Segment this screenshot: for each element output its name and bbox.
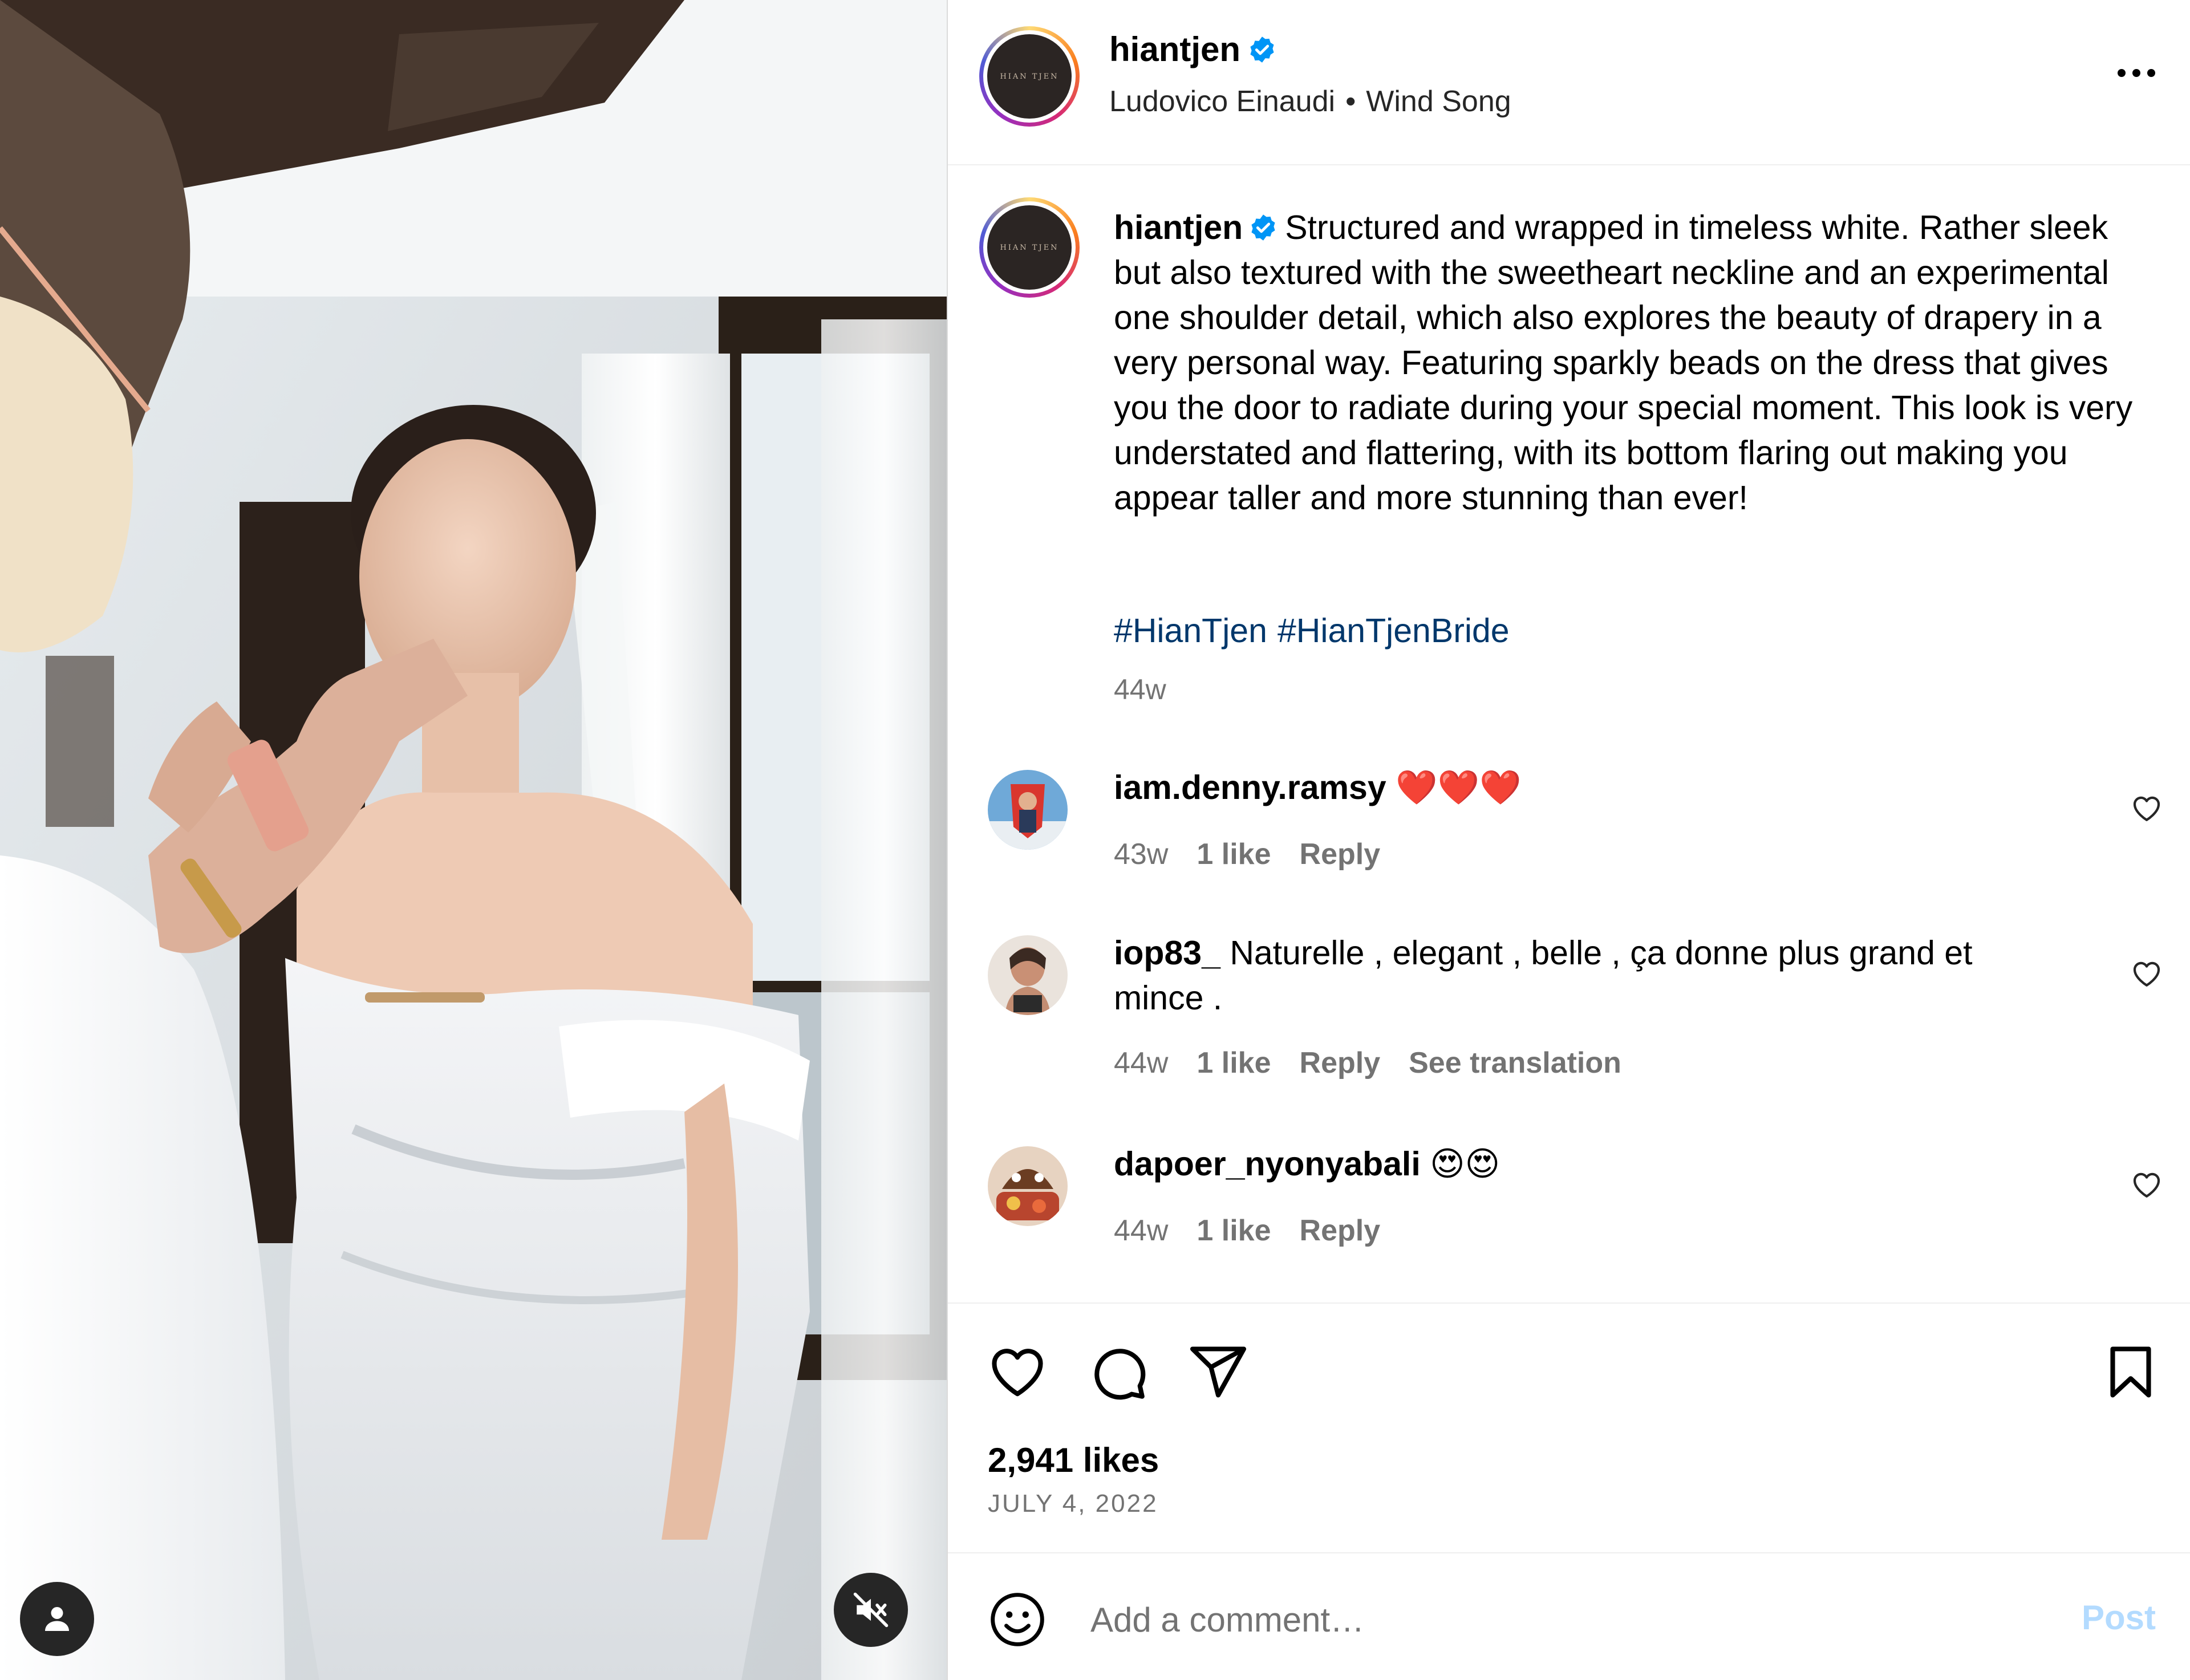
heart-icon (2133, 961, 2160, 987)
commenter-avatar[interactable] (988, 1146, 1068, 1226)
heart-icon (2133, 1172, 2160, 1198)
comment-like-button[interactable] (2131, 958, 2163, 993)
comment-body: dapoer_nyonyabali 😍😍 (1114, 1142, 2026, 1187)
comment-timestamp[interactable]: 43w (1114, 838, 1168, 871)
comment-like-count[interactable]: 1 like (1197, 838, 1271, 871)
reply-button[interactable]: Reply (1300, 1046, 1381, 1080)
post-date: JULY 4, 2022 (988, 1490, 1158, 1517)
comment-meta: 44w 1 like Reply See translation (1114, 1046, 1650, 1080)
comment-meta: 43w 1 like Reply (1114, 837, 1409, 871)
comment-username[interactable]: dapoer_nyonyabali (1114, 1145, 1421, 1183)
post-header: HIAN TJEN hiantjen Ludovico Einaudi • Wind… (948, 0, 2190, 165)
heart-icon (2133, 796, 2160, 821)
share-button[interactable] (1187, 1341, 1249, 1406)
comment-composer: Post (948, 1552, 2190, 1680)
more-options-button[interactable] (2116, 67, 2157, 82)
user-tag-button[interactable] (20, 1582, 94, 1656)
verified-badge-icon (1247, 35, 1277, 64)
comment-like-count[interactable]: 1 like (1197, 1214, 1271, 1247)
caption-username[interactable]: hiantjen (1114, 209, 1243, 246)
see-translation-button[interactable]: See translation (1409, 1046, 1621, 1080)
reply-button[interactable]: Reply (1300, 1214, 1381, 1247)
comment-body: iam.denny.ramsy ❤️❤️❤️ (1114, 765, 2026, 810)
audio-separator: • (1345, 85, 1356, 118)
like-button[interactable] (987, 1341, 1048, 1406)
verified-badge-icon (1248, 213, 1278, 242)
hashtag-link[interactable]: #HianTjen (1114, 612, 1267, 650)
post-actions: 2,941 likes JULY 4, 2022 (948, 1302, 2190, 1553)
audio-attribution[interactable]: Ludovico Einaudi • Wind Song (1109, 84, 1511, 119)
smiley-icon (991, 1593, 1044, 1646)
comment-username[interactable]: iop83_ (1114, 934, 1220, 972)
caption-hashtags: #HianTjen #HianTjenBride (1114, 611, 1520, 650)
caption-text: Structured and wrapped in timeless white… (1114, 209, 2133, 517)
post-caption: hiantjen Structured and wrapped in timele… (1114, 205, 2152, 521)
comment-text: ❤️❤️❤️ (1396, 769, 1522, 806)
post-comment-button[interactable]: Post (2082, 1598, 2156, 1637)
comment-username[interactable]: iam.denny.ramsy (1114, 769, 1386, 806)
post-media-video[interactable] (0, 0, 947, 1680)
more-options-icon (2118, 69, 2155, 77)
save-button[interactable] (2100, 1341, 2161, 1406)
comment-like-button[interactable] (2131, 793, 2163, 827)
post-side-panel: HIAN TJEN hiantjen Ludovico Einaudi • Wind… (947, 0, 2190, 1680)
commenter-avatar[interactable] (988, 770, 1068, 850)
commenter-avatar[interactable] (988, 935, 1068, 1015)
caption-author-avatar[interactable]: HIAN TJEN (979, 197, 1080, 298)
comment-timestamp[interactable]: 44w (1114, 1214, 1168, 1247)
muted-speaker-icon (853, 1592, 889, 1628)
comment-like-button[interactable] (2131, 1169, 2163, 1204)
avatar-logo-text: HIAN TJEN (1000, 243, 1059, 252)
caption-timestamp[interactable]: 44w (1114, 673, 1166, 706)
comment-timestamp[interactable]: 44w (1114, 1046, 1168, 1080)
likes-count[interactable]: 2,941 likes (988, 1440, 1159, 1480)
comment-text: Naturelle , elegant , belle , ça donne p… (1114, 934, 1973, 1017)
comment-body: iop83_ Naturelle , elegant , belle , ça … (1114, 931, 2026, 1021)
author-avatar[interactable]: HIAN TJEN (979, 26, 1080, 127)
reply-button[interactable]: Reply (1300, 838, 1381, 871)
paper-plane-icon (1190, 1346, 1247, 1398)
user-tag-icon (45, 1607, 69, 1631)
author-username[interactable]: hiantjen (1109, 30, 1240, 69)
comment-button[interactable] (1087, 1341, 1149, 1406)
comment-meta: 44w 1 like Reply (1114, 1214, 1409, 1248)
avatar-logo-text: HIAN TJEN (1000, 72, 1059, 81)
emoji-picker-button[interactable] (988, 1590, 1047, 1652)
comment-input[interactable] (1089, 1593, 1890, 1646)
audio-track: Wind Song (1366, 85, 1511, 118)
comment-bubble-icon (1094, 1349, 1146, 1400)
mute-toggle-button[interactable] (834, 1573, 908, 1647)
author-username-row: hiantjen (1109, 30, 1277, 69)
comment-like-count[interactable]: 1 like (1197, 1046, 1271, 1080)
hashtag-link[interactable]: #HianTjenBride (1278, 612, 1510, 650)
comment-text: 😍😍 (1430, 1145, 1500, 1183)
video-frame-image (0, 0, 947, 1680)
audio-artist: Ludovico Einaudi (1109, 85, 1336, 118)
heart-icon (992, 1349, 1043, 1397)
bookmark-icon (2110, 1346, 2151, 1398)
